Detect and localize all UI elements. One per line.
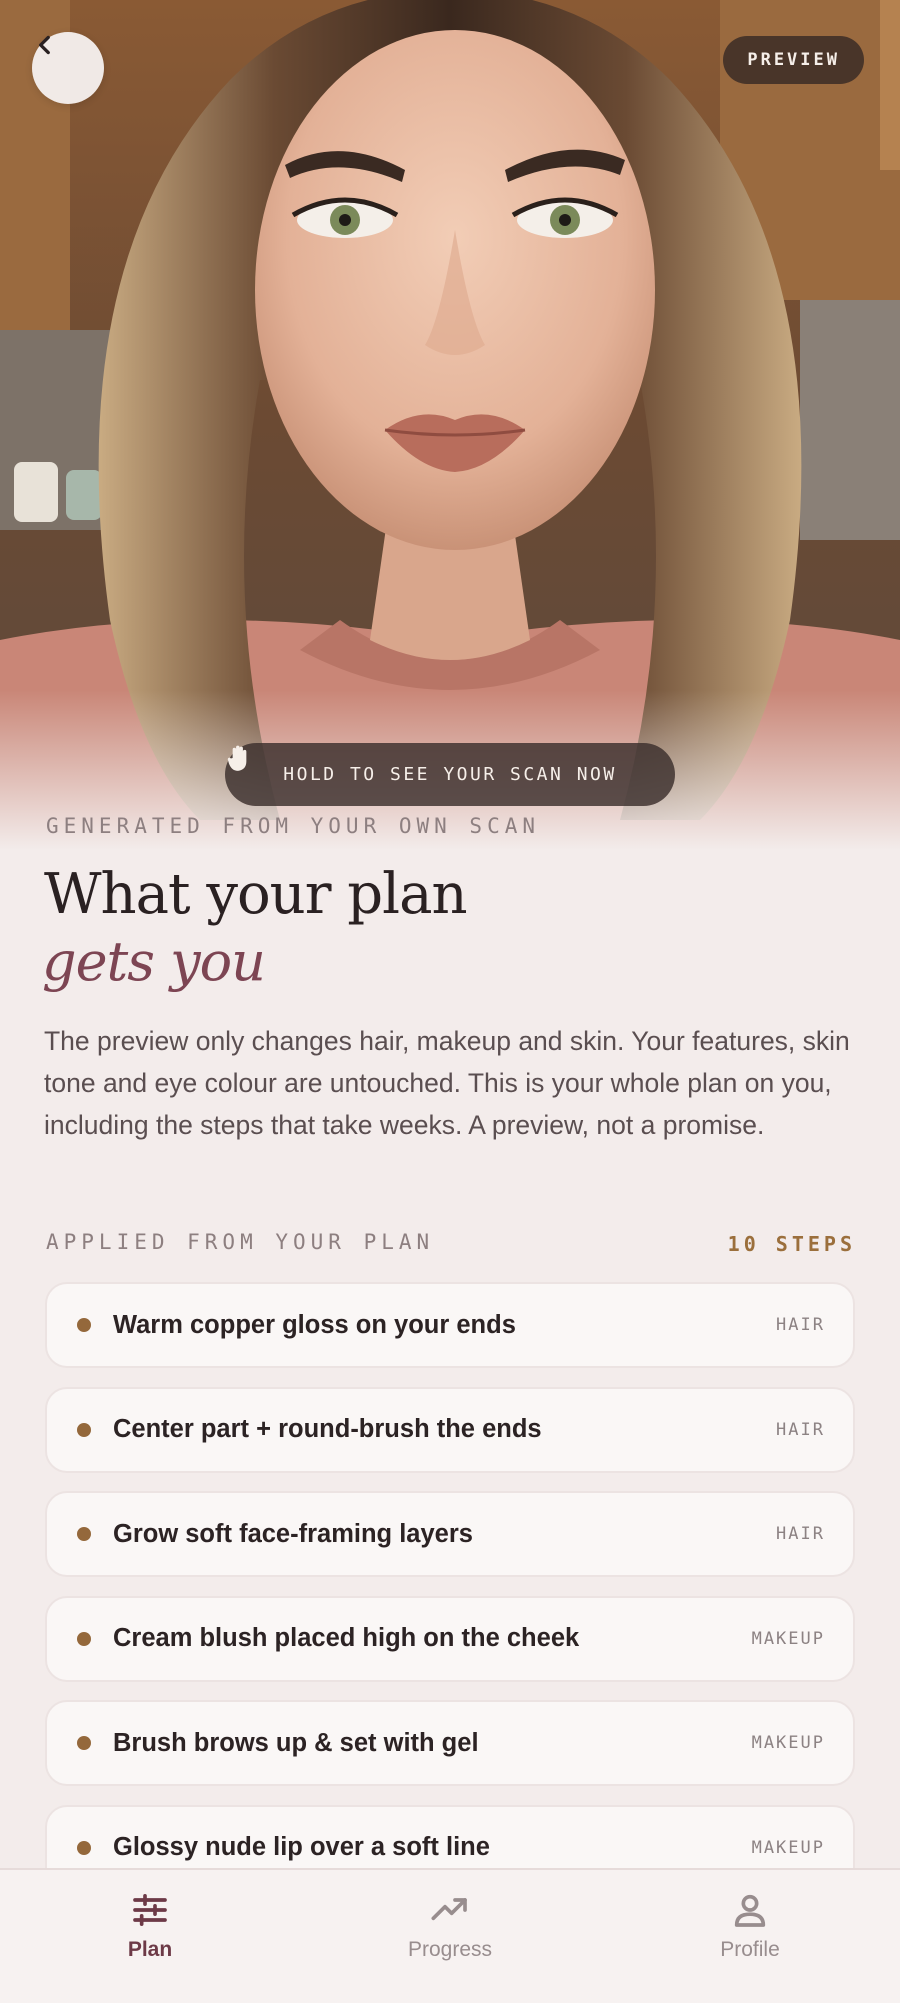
step-bullet [77, 1527, 91, 1541]
generated-eyebrow: GENERATED FROM YOUR OWN SCAN [46, 814, 541, 838]
step-category: HAIR [776, 1419, 825, 1440]
step-label: Brush brows up & set with gel [113, 1728, 479, 1757]
back-button[interactable] [32, 32, 104, 104]
step-bullet [77, 1840, 91, 1855]
preview-badge: PREVIEW [723, 36, 864, 84]
step-category: HAIR [776, 1524, 825, 1544]
person-icon [734, 1894, 766, 1927]
sliders-icon [133, 1894, 167, 1926]
chevron-left-icon [39, 35, 50, 55]
plan-step[interactable]: Cream blush placed high on the cheek MAK… [45, 1595, 855, 1682]
tab-profile-label: Profile [720, 1938, 780, 1961]
plan-step[interactable]: Warm copper gloss on your ends HAIR [45, 1282, 855, 1368]
step-label: Glossy nude lip over a soft line [113, 1833, 490, 1861]
plan-step[interactable]: Center part + round-brush the ends HAIR [45, 1386, 855, 1473]
tab-profile[interactable]: Profile [660, 1890, 840, 1962]
step-label: Center part + round-brush the ends [113, 1415, 542, 1443]
hold-to-compare-label: HOLD TO SEE YOUR SCAN NOW [283, 764, 617, 785]
plan-preview-screen: PREVIEW HOLD TO SEE YOUR SCAN NOW GENERA… [0, 0, 900, 2003]
tab-progress-label: Progress [407, 1938, 493, 1961]
hold-to-compare-button[interactable]: HOLD TO SEE YOUR SCAN NOW [225, 743, 675, 806]
steps-count: 10 STEPS [727, 1232, 856, 1256]
step-label: Grow soft face-framing layers [113, 1519, 473, 1548]
step-label: Cream blush placed high on the cheek [113, 1624, 580, 1652]
step-bullet [77, 1631, 91, 1646]
plan-step[interactable]: Brush brows up & set with gel MAKEUP [45, 1700, 855, 1786]
plan-step-list: Warm copper gloss on your ends HAIR Cent… [45, 1282, 855, 1909]
step-category: HAIR [776, 1315, 825, 1335]
step-bullet [77, 1318, 91, 1332]
plan-heading: APPLIED FROM YOUR PLAN [46, 1230, 435, 1254]
step-category: MAKEUP [751, 1628, 825, 1649]
portrait-image [0, 0, 900, 850]
tab-progress[interactable]: Progress [360, 1890, 540, 1962]
preview-photo[interactable]: PREVIEW HOLD TO SEE YOUR SCAN NOW [0, 0, 900, 850]
step-bullet [77, 1422, 91, 1437]
tab-plan-label: Plan [127, 1938, 173, 1961]
hand-icon [227, 745, 247, 771]
bottom-tab-bar: Plan Progress Profile [0, 1868, 900, 2003]
page-title-accent: gets you [42, 930, 266, 993]
intro-paragraph: The preview only changes hair, makeup an… [44, 1026, 850, 1140]
tab-plan[interactable]: Plan [60, 1890, 240, 1962]
step-bullet [77, 1736, 91, 1750]
step-label: Warm copper gloss on your ends [113, 1310, 516, 1339]
trend-up-icon [431, 1898, 467, 1921]
plan-step[interactable]: Grow soft face-framing layers HAIR [45, 1491, 855, 1577]
page-title: What your plan [44, 862, 468, 927]
step-category: MAKEUP [751, 1837, 825, 1858]
step-category: MAKEUP [751, 1733, 825, 1753]
